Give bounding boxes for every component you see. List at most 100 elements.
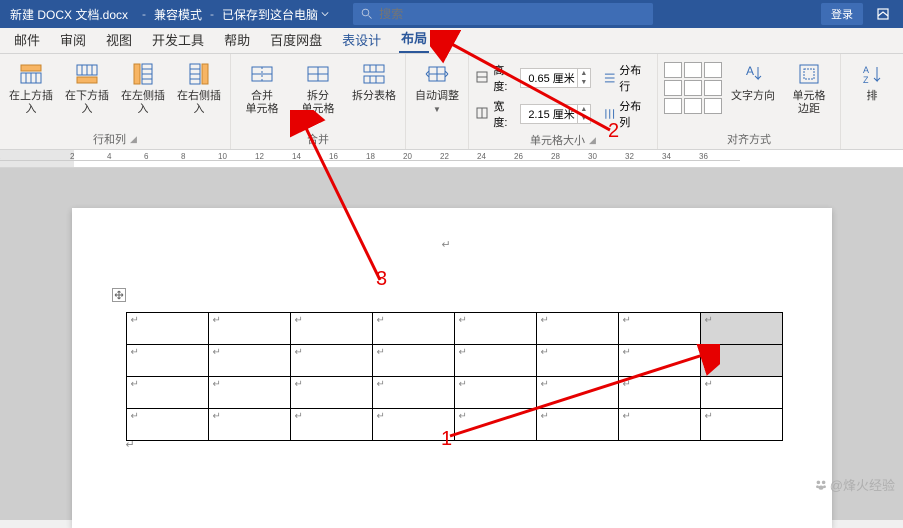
insert-below-button[interactable]: 在下方插入 <box>62 58 112 116</box>
split-table-button[interactable]: 拆分表格 <box>349 58 399 103</box>
table-cell[interactable]: ↵ <box>372 313 454 345</box>
table-cell[interactable]: ↵ <box>372 377 454 409</box>
table-cell[interactable]: ↵ <box>290 409 372 441</box>
distribute-rows-button[interactable]: 分布行 <box>603 62 651 94</box>
table-cell[interactable]: ↵ <box>208 409 290 441</box>
table-cell[interactable]: ↵ <box>208 345 290 377</box>
group-label: 单元格大小 <box>530 132 585 148</box>
svg-text:Z: Z <box>863 75 869 85</box>
align-bot-center[interactable] <box>684 98 702 114</box>
table-cell[interactable]: ↵ <box>536 345 618 377</box>
table-cell[interactable]: ↵ <box>454 377 536 409</box>
table-cell[interactable]: ↵ <box>618 313 700 345</box>
align-top-left[interactable] <box>664 62 682 78</box>
align-mid-center[interactable] <box>684 80 702 96</box>
sort-button[interactable]: AZ 排 <box>847 58 897 103</box>
table-cell[interactable]: ↵ <box>126 345 208 377</box>
text-direction-button[interactable]: A 文字方向 <box>728 58 778 103</box>
align-bot-right[interactable] <box>704 98 722 114</box>
insert-right-button[interactable]: 在右侧插入 <box>174 58 224 116</box>
tab-view[interactable]: 视图 <box>104 26 134 53</box>
table-cell[interactable]: ↵ <box>208 377 290 409</box>
svg-text:A: A <box>746 64 754 78</box>
tab-baidu[interactable]: 百度网盘 <box>268 26 324 53</box>
group-label: 行和列 <box>93 131 126 147</box>
tab-help[interactable]: 帮助 <box>222 26 252 53</box>
table-cell[interactable]: ↵ <box>372 345 454 377</box>
table-cell[interactable]: ↵ <box>536 409 618 441</box>
insert-above-button[interactable]: 在上方插入 <box>6 58 56 116</box>
spinner-down-icon[interactable]: ▼ <box>578 114 590 123</box>
ribbon-options-icon[interactable] <box>871 2 895 26</box>
table-cell[interactable]: ↵ <box>126 409 208 441</box>
spinner-down-icon[interactable]: ▼ <box>578 78 590 87</box>
search-box[interactable] <box>353 3 653 25</box>
table-cell[interactable]: ↵ <box>454 313 536 345</box>
table-cell[interactable]: ↵ <box>290 377 372 409</box>
spinner-up-icon[interactable]: ▲ <box>578 69 590 78</box>
document-table[interactable]: ↵↵↵↵↵↵↵↵↵↵↵↵↵↵↵↵↵↵↵↵↵↵↵↵↵↵↵↵↵↵↵↵ <box>126 312 783 441</box>
width-label: 宽度: <box>493 98 515 130</box>
dialog-launcher-icon[interactable]: ◢ <box>130 134 137 145</box>
table-cell[interactable]: ↵ <box>700 345 782 377</box>
ribbon: 在上方插入 在下方插入 在左侧插入 在右侧插入 行和列 ◢ 合并 单元格 <box>0 54 903 150</box>
width-input[interactable] <box>521 108 577 120</box>
table-cell[interactable]: ↵ <box>700 409 782 441</box>
align-mid-right[interactable] <box>704 80 722 96</box>
align-bot-left[interactable] <box>664 98 682 114</box>
dialog-launcher-icon[interactable]: ◢ <box>589 135 596 146</box>
tab-mail[interactable]: 邮件 <box>12 26 42 53</box>
document-area[interactable]: ↵ ↵↵↵↵↵↵↵↵↵↵↵↵↵↵↵↵↵↵↵↵↵↵↵↵↵↵↵↵↵↵↵↵ ↵ <box>0 168 903 520</box>
tab-dev[interactable]: 开发工具 <box>150 26 206 53</box>
search-input[interactable] <box>379 7 645 21</box>
table-cell[interactable]: ↵ <box>372 409 454 441</box>
split-cells-button[interactable]: 拆分 单元格 <box>293 58 343 116</box>
align-top-center[interactable] <box>684 62 702 78</box>
table-cell[interactable]: ↵ <box>126 377 208 409</box>
group-merge: 合并 单元格 拆分 单元格 拆分表格 合并 <box>231 54 406 149</box>
group-cell-size: 高度: ▲▼ 宽度: ▲▼ 分布行 分布列 <box>469 54 658 149</box>
table-cell[interactable]: ↵ <box>536 377 618 409</box>
table-move-handle[interactable] <box>112 288 126 302</box>
horizontal-ruler[interactable]: 224681012141618202224262830323436 <box>0 150 903 168</box>
separator: - <box>206 7 218 21</box>
table-cell[interactable]: ↵ <box>454 345 536 377</box>
group-alignment: A 文字方向 单元格 边距 对齐方式 <box>658 54 841 149</box>
cell-margins-button[interactable]: 单元格 边距 <box>784 58 834 116</box>
split-table-icon <box>360 60 388 88</box>
save-status[interactable]: 已保存到这台电脑 <box>218 6 333 23</box>
spinner-up-icon[interactable]: ▲ <box>578 105 590 114</box>
table-cell[interactable]: ↵ <box>454 409 536 441</box>
height-input[interactable] <box>521 72 577 84</box>
table-cell[interactable]: ↵ <box>700 313 782 345</box>
autofit-button[interactable]: 自动调整 ▼ <box>412 58 462 114</box>
svg-text:A: A <box>863 65 869 75</box>
table-cell[interactable]: ↵ <box>618 345 700 377</box>
table-cell[interactable]: ↵ <box>618 377 700 409</box>
table-cell[interactable]: ↵ <box>618 409 700 441</box>
width-spinner[interactable]: ▲▼ <box>520 104 591 124</box>
table-cell[interactable]: ↵ <box>290 345 372 377</box>
distribute-cols-button[interactable]: 分布列 <box>603 98 651 130</box>
chevron-down-icon: ▼ <box>433 105 441 114</box>
merge-cells-button[interactable]: 合并 单元格 <box>237 58 287 116</box>
table-cell[interactable]: ↵ <box>700 377 782 409</box>
table-cell[interactable]: ↵ <box>208 313 290 345</box>
tab-review[interactable]: 审阅 <box>58 26 88 53</box>
group-rows-cols: 在上方插入 在下方插入 在左侧插入 在右侧插入 行和列 ◢ <box>0 54 231 149</box>
align-top-right[interactable] <box>704 62 722 78</box>
table-cell[interactable]: ↵ <box>536 313 618 345</box>
search-icon <box>361 8 373 20</box>
height-spinner[interactable]: ▲▼ <box>520 68 591 88</box>
ribbon-tabs: 邮件 审阅 视图 开发工具 帮助 百度网盘 表设计 布局 <box>0 28 903 54</box>
page: ↵ ↵↵↵↵↵↵↵↵↵↵↵↵↵↵↵↵↵↵↵↵↵↵↵↵↵↵↵↵↵↵↵↵ ↵ <box>72 208 832 528</box>
align-mid-left[interactable] <box>664 80 682 96</box>
tab-layout[interactable]: 布局 <box>399 24 429 53</box>
paw-icon <box>814 478 828 492</box>
table-cell[interactable]: ↵ <box>126 313 208 345</box>
tab-table-design[interactable]: 表设计 <box>340 26 383 53</box>
distribute-rows-icon <box>603 71 616 85</box>
insert-left-button[interactable]: 在左侧插入 <box>118 58 168 116</box>
login-button[interactable]: 登录 <box>821 3 863 25</box>
table-cell[interactable]: ↵ <box>290 313 372 345</box>
